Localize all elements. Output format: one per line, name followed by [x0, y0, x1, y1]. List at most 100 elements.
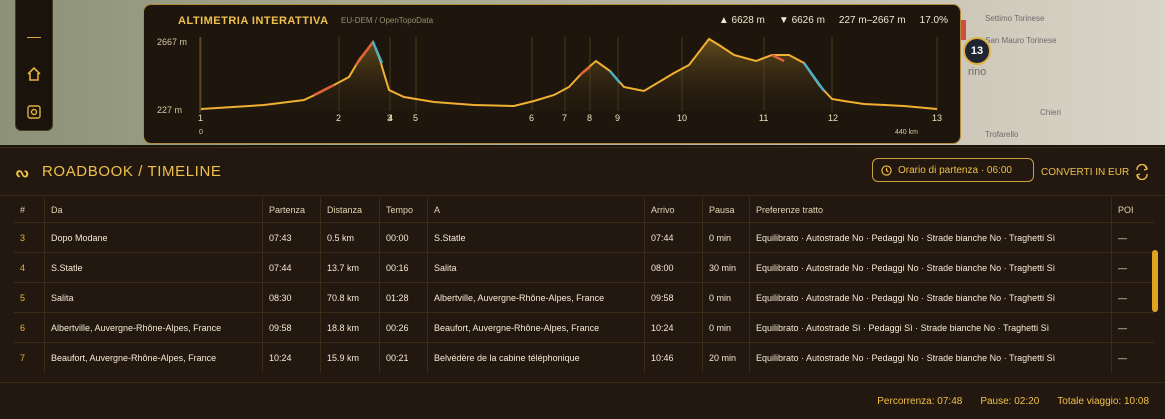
departure-cell: 07:44: [262, 252, 321, 283]
from-cell: Beaufort, Auvergne-Rhône-Alpes, France: [44, 342, 263, 372]
distance-cell: 0.5 km: [320, 222, 380, 253]
to-cell: Beaufort, Auvergne-Rhône-Alpes, France: [427, 312, 645, 343]
altimetry-panel: ALTIMETRIA INTERATTIVA EU-DEM / OpenTopo…: [143, 4, 961, 144]
pause-cell[interactable]: 0 min: [702, 312, 750, 343]
table-row[interactable]: 7 Beaufort, Auvergne-Rhône-Alpes, France…: [14, 342, 1154, 372]
home-icon: [27, 67, 41, 81]
col-header: Preferenze tratto: [749, 197, 1112, 223]
preferences-cell[interactable]: Equilibrato · Autostrade No · Pedaggi No…: [749, 222, 1112, 253]
map-label: San Mauro Torinese: [985, 36, 1057, 45]
time-cell: 01:28: [379, 282, 428, 313]
roadbook-table: # Da Partenza Distanza Tempo A Arrivo Pa…: [14, 197, 1154, 372]
col-header: Partenza: [262, 197, 321, 223]
zoom-out-button[interactable]: —: [16, 22, 52, 50]
waypoint-tick: 9: [615, 113, 620, 123]
col-header: Pausa: [702, 197, 750, 223]
col-header: Tempo: [379, 197, 428, 223]
to-cell: Salita: [427, 252, 645, 283]
preferences-cell[interactable]: Equilibrato · Autostrade No · Pedaggi No…: [749, 252, 1112, 283]
pause-time: Pause: 02:20: [980, 396, 1040, 407]
map-label: Chieri: [1040, 108, 1061, 117]
poi-cell[interactable]: —: [1111, 252, 1154, 283]
row-index: 3: [14, 222, 45, 253]
row-index: 7: [14, 342, 45, 372]
poi-cell[interactable]: —: [1111, 312, 1154, 343]
pause-cell[interactable]: 20 min: [702, 342, 750, 372]
departure-cell: 08:30: [262, 282, 321, 313]
distance-cell: 15.9 km: [320, 342, 380, 372]
departure-time-button[interactable]: Orario di partenza · 06:00: [872, 158, 1034, 182]
pause-cell[interactable]: 0 min: [702, 282, 750, 313]
waypoint-tick: 12: [828, 113, 838, 123]
locate-icon: [27, 105, 41, 119]
pause-cell[interactable]: 30 min: [702, 252, 750, 283]
poi-cell[interactable]: —: [1111, 282, 1154, 313]
distance-cell: 70.8 km: [320, 282, 380, 313]
to-cell: Belvédère de la cabine téléphonique: [427, 342, 645, 372]
preferences-cell[interactable]: Equilibrato · Autostrade No · Pedaggi No…: [749, 282, 1112, 313]
row-index: 6: [14, 312, 45, 343]
preferences-cell[interactable]: Equilibrato · Autostrade Sì · Pedaggi Sì…: [749, 312, 1112, 343]
elevation-chart[interactable]: 2667 m 227 m 1 2 3 4 5 6 7 8 9 10 11 12 …: [144, 5, 960, 143]
time-cell: 00:16: [379, 252, 428, 283]
waypoint-tick: 6: [529, 113, 534, 123]
from-cell: Dopo Modane: [44, 222, 263, 253]
waypoint-tick: 2: [336, 113, 341, 123]
waypoint-tick: 8: [587, 113, 592, 123]
y-min-label: 227 m: [157, 105, 182, 115]
map-controls: —: [15, 0, 53, 131]
departure-cell: 07:43: [262, 222, 321, 253]
waypoint-marker[interactable]: 13: [963, 37, 991, 65]
to-cell: Albertville, Auvergne-Rhône-Alpes, Franc…: [427, 282, 645, 313]
waypoint-tick: 13: [932, 113, 942, 123]
distance-cell: 18.8 km: [320, 312, 380, 343]
arrival-cell: 07:44: [644, 222, 703, 253]
pause-cell[interactable]: 0 min: [702, 222, 750, 253]
minus-icon: —: [27, 28, 41, 44]
time-cell: 00:26: [379, 312, 428, 343]
time-cell: 00:21: [379, 342, 428, 372]
x-end-label: 440 km: [895, 129, 918, 136]
locate-button[interactable]: [16, 98, 52, 126]
from-cell: Salita: [44, 282, 263, 313]
roadbook-icon: ᔓ: [16, 164, 29, 180]
waypoint-tick: 7: [562, 113, 567, 123]
col-header: A: [427, 197, 645, 223]
row-index: 4: [14, 252, 45, 283]
poi-cell[interactable]: —: [1111, 222, 1154, 253]
map-label: Settimo Torinese: [985, 14, 1045, 23]
to-cell: S.Statle: [427, 222, 645, 253]
departure-cell: 10:24: [262, 342, 321, 372]
poi-cell[interactable]: —: [1111, 342, 1154, 372]
waypoint-tick: 4: [388, 113, 393, 123]
waypoint-tick: 5: [413, 113, 418, 123]
currency-convert-icon: [1136, 164, 1149, 180]
arrival-cell: 09:58: [644, 282, 703, 313]
departure-time-label: Orario di partenza · 06:00: [898, 164, 1012, 176]
waypoint-tick: 1: [198, 113, 203, 123]
table-scrollbar[interactable]: [1152, 250, 1158, 312]
col-header: Da: [44, 197, 263, 223]
total-time: Totale viaggio: 10:08: [1057, 396, 1149, 407]
arrival-cell: 08:00: [644, 252, 703, 283]
convert-label: CONVERTI IN EUR: [1041, 166, 1130, 178]
preferences-cell[interactable]: Equilibrato · Autostrade No · Pedaggi No…: [749, 342, 1112, 372]
divider: [0, 195, 1165, 196]
roadbook-panel: ᔓ ROADBOOK / TIMELINE Orario di partenza…: [0, 147, 1165, 419]
time-cell: 00:00: [379, 222, 428, 253]
col-header: POI: [1118, 204, 1134, 215]
divider: [0, 382, 1165, 383]
roadbook-title: ROADBOOK / TIMELINE: [42, 163, 222, 180]
table-row[interactable]: 4 S.Statle 07:44 13.7 km 00:16 Salita 08…: [14, 252, 1154, 283]
table-row[interactable]: 5 Salita 08:30 70.8 km 01:28 Albertville…: [14, 282, 1154, 313]
convert-eur-button[interactable]: CONVERTI IN EUR: [1041, 164, 1150, 180]
from-cell: S.Statle: [44, 252, 263, 283]
from-cell: Albertville, Auvergne-Rhône-Alpes, Franc…: [44, 312, 263, 343]
home-button[interactable]: [16, 60, 52, 88]
table-row[interactable]: 3 Dopo Modane 07:43 0.5 km 00:00 S.Statl…: [14, 222, 1154, 253]
map-label: Trofarello: [985, 130, 1019, 139]
travel-time: Percorrenza: 07:48: [877, 396, 963, 407]
clock-icon: [881, 164, 892, 176]
table-row[interactable]: 6 Albertville, Auvergne-Rhône-Alpes, Fra…: [14, 312, 1154, 343]
arrival-cell: 10:24: [644, 312, 703, 343]
